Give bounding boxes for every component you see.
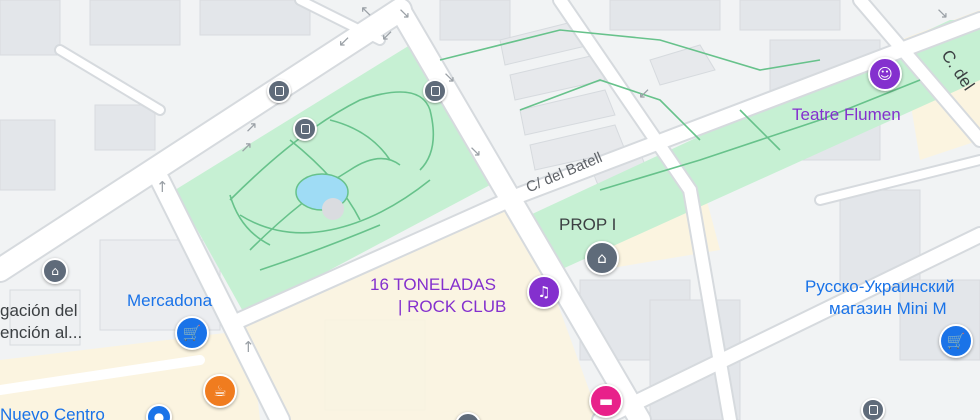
poi-label-congregation-1[interactable]: gación del (0, 300, 78, 321)
map-base-layer (0, 0, 980, 420)
theater-masks-icon[interactable]: ☺ (868, 57, 902, 91)
one-way-arrow-icon: ↘ (443, 68, 456, 86)
map-canvas[interactable]: ↖ ↙ ↙ ↘ ↘ ↘ ↗ ↗ ↑ ↑ ↙ ↘ C/ del Batell C.… (0, 0, 980, 420)
music-note-icon[interactable]: ♫ (527, 275, 561, 309)
coffee-cup-icon[interactable]: ☕ (203, 374, 237, 408)
poi-label-mercadona[interactable]: Mercadona (127, 290, 212, 311)
poi-label-nuevo-centro[interactable]: Nuevo Centro (0, 404, 105, 420)
one-way-arrow-icon: ↙ (638, 84, 651, 102)
one-way-arrow-icon: ↙ (381, 26, 394, 44)
pond-rock (322, 198, 344, 220)
bed-icon[interactable]: ▬ (589, 384, 623, 418)
one-way-arrow-icon: ↙ (338, 32, 351, 50)
bus-stop-icon[interactable] (861, 398, 885, 420)
bus-stop-icon[interactable] (293, 117, 317, 141)
one-way-arrow-icon: ↑ (156, 178, 169, 196)
one-way-arrow-icon: ↘ (398, 4, 411, 22)
one-way-arrow-icon: ↘ (936, 4, 949, 22)
one-way-arrow-icon: ↖ (360, 2, 373, 20)
one-way-arrow-icon: ↗ (240, 138, 253, 156)
bus-stop-icon[interactable] (267, 79, 291, 103)
poi-label-rock-club-2[interactable]: | ROCK CLUB (398, 296, 506, 317)
poi-label-prop-i[interactable]: PROP I (559, 214, 616, 235)
poi-label-rock-club-1[interactable]: 16 TONELADAS (370, 274, 496, 295)
poi-label-russian-store-2[interactable]: магазин Mini M (829, 298, 947, 319)
poi-label-russian-store-1[interactable]: Русско-Украинский (805, 276, 955, 297)
one-way-arrow-icon: ↘ (469, 142, 482, 160)
landmark-icon[interactable]: ⌂ (42, 258, 68, 284)
one-way-arrow-icon: ↑ (242, 338, 255, 356)
poi-label-congregation-2[interactable]: ención al... (0, 322, 82, 343)
one-way-arrow-icon: ↗ (245, 118, 258, 136)
bus-stop-icon[interactable] (423, 79, 447, 103)
poi-label-teatre-flumen[interactable]: Teatre Flumen (792, 104, 901, 125)
landmark-icon[interactable]: ⌂ (585, 241, 619, 275)
shopping-cart-icon[interactable]: 🛒 (939, 324, 973, 358)
shopping-cart-icon[interactable]: 🛒 (175, 316, 209, 350)
